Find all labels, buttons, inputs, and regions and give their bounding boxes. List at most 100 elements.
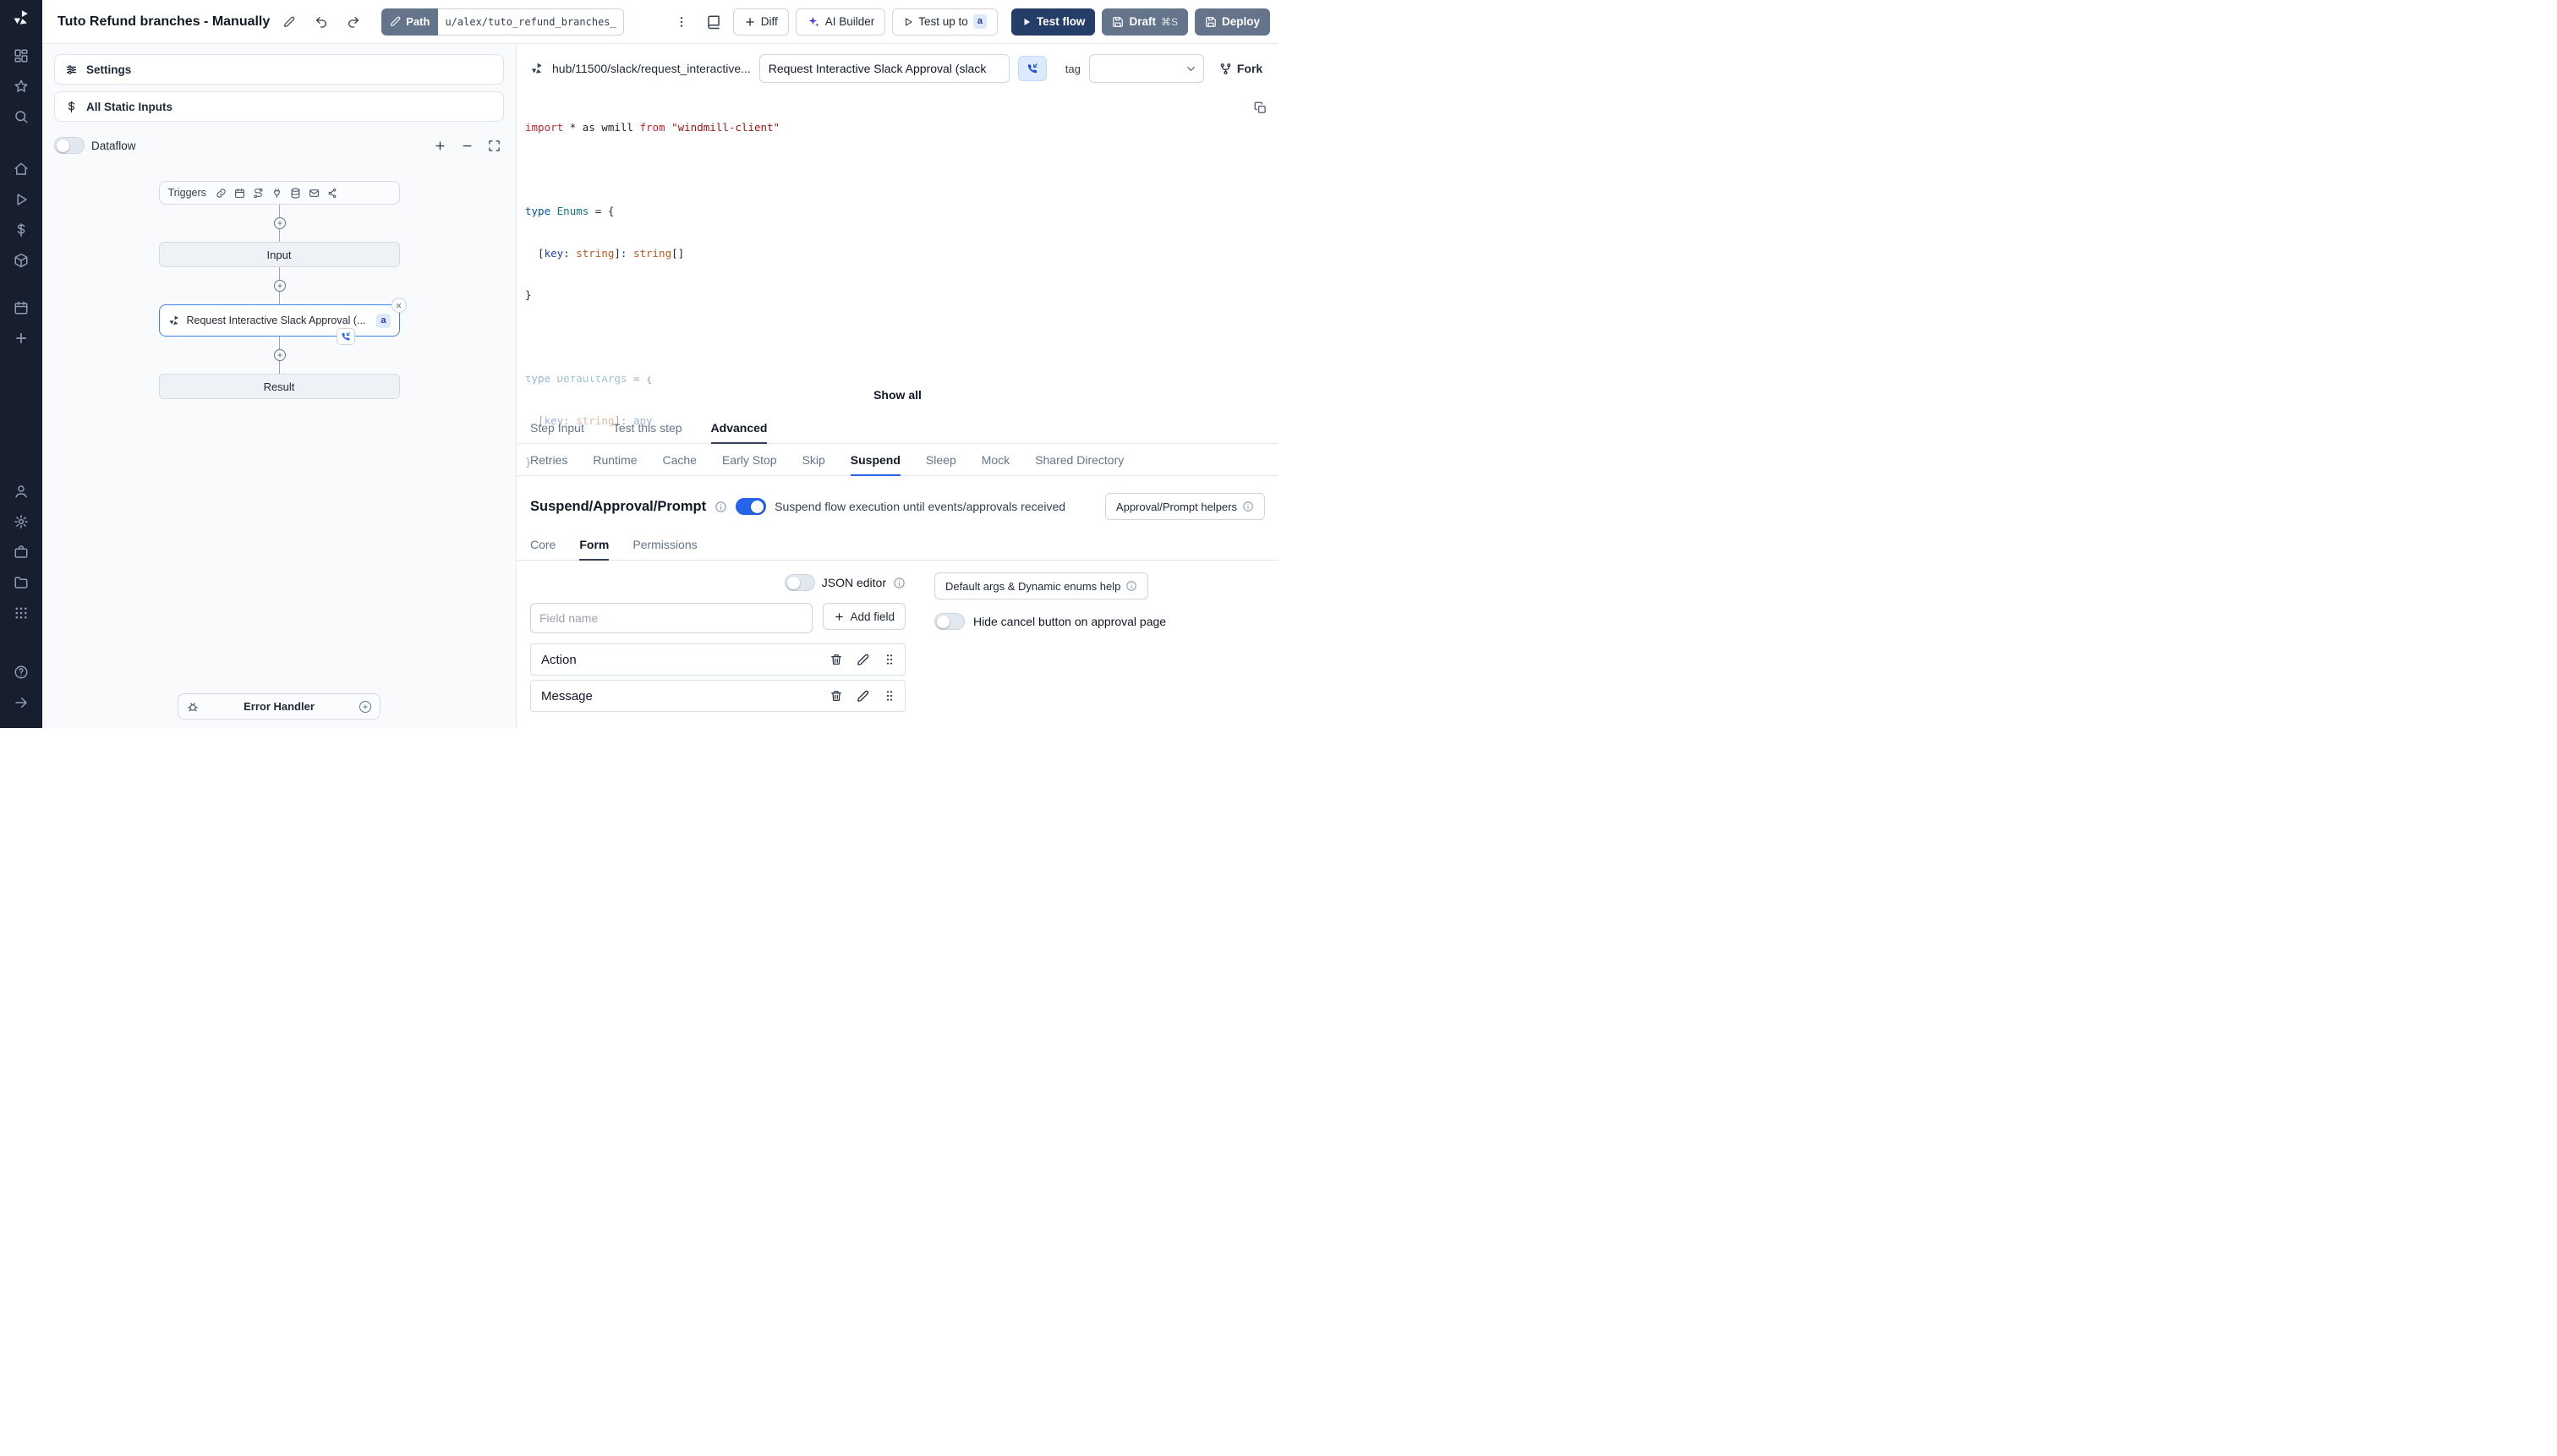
close-icon [395,302,402,309]
trash-icon [830,689,843,703]
test-up-to-button[interactable]: Test up to a [892,8,998,36]
more-menu-button[interactable] [669,8,694,36]
fit-view-button[interactable] [484,135,504,156]
edit-title-button[interactable] [277,8,302,36]
draft-button[interactable]: Draft ⌘S [1102,8,1188,36]
dataflow-toggle[interactable] [54,137,85,154]
test-up-to-label: Test up to [918,15,968,28]
suspend-enabled-toggle[interactable] [736,498,767,515]
result-node-label: Result [263,380,295,393]
default-args-help-button[interactable]: Default args & Dynamic enums help [934,572,1149,599]
delete-field-button[interactable] [830,689,843,703]
code-line: } [525,456,532,468]
info-icon[interactable] [893,577,906,589]
add-error-handler-button[interactable] [359,700,371,713]
tab-form[interactable]: Form [579,528,610,561]
static-inputs-label: All Static Inputs [86,100,173,113]
zoom-out-button[interactable] [457,135,477,156]
copy-code-button[interactable] [1254,101,1267,115]
code-editor[interactable]: import * as wmill from "windmill-client"… [517,88,1278,468]
diff-button[interactable]: Diff [732,8,789,36]
nav-workers-icon[interactable] [0,537,42,567]
hide-cancel-label: Hide cancel button on approval page [973,615,1167,628]
field-label: Message [541,688,593,703]
nav-help-icon[interactable] [0,657,42,687]
drag-field-handle[interactable] [883,653,896,666]
tab-permissions[interactable]: Permissions [632,528,697,561]
add-step-button[interactable] [273,217,286,229]
step-node-selected[interactable]: Request Interactive Slack Approval (... … [158,298,407,345]
docs-button[interactable] [701,8,726,36]
path-control: Path [381,8,625,36]
grip-icon [883,689,896,703]
ai-builder-button[interactable]: AI Builder [795,8,886,36]
redo-button[interactable] [341,8,366,36]
add-field-button[interactable]: Add field [823,603,906,630]
schedule-icon[interactable] [234,188,245,199]
tab-core[interactable]: Core [530,528,556,561]
deploy-button[interactable]: Deploy [1194,8,1270,36]
nav-runs-icon[interactable] [0,184,42,215]
tag-select[interactable] [1088,54,1204,83]
nav-create-icon[interactable] [0,323,42,353]
sliders-icon [65,63,78,76]
email-icon[interactable] [309,188,320,199]
json-editor-toggle[interactable] [784,574,815,591]
nav-collapse-icon[interactable] [0,687,42,718]
nav-schedules-icon[interactable] [0,293,42,323]
postgres-icon[interactable] [290,188,301,199]
nav-groups-icon[interactable] [0,598,42,628]
code-line: type DefaultArgs = { [525,372,653,385]
nav-folders-icon[interactable] [0,567,42,598]
add-step-button[interactable] [273,280,286,292]
nav-variables-icon[interactable] [0,215,42,245]
add-step-button[interactable] [273,349,286,361]
test-flow-button[interactable]: Test flow [1010,8,1096,36]
nav-settings-icon[interactable] [0,506,42,537]
path-input[interactable] [438,8,625,36]
step-header: hub/11500/slack/request_interactive... t… [517,44,1278,88]
kafka-icon[interactable] [327,188,338,199]
add-field-row: Add field [530,603,906,633]
nav-favorites-icon[interactable] [0,71,42,101]
all-static-inputs-button[interactable]: All Static Inputs [54,91,504,122]
plus-icon [834,611,845,622]
delete-field-button[interactable] [830,653,843,666]
ai-builder-label: AI Builder [824,15,875,28]
websocket-icon[interactable] [271,188,282,199]
edit-field-button[interactable] [857,654,869,666]
nav-account-icon[interactable] [0,476,42,506]
error-handler-node[interactable]: Error Handler [178,693,381,720]
nav-resources-icon[interactable] [0,245,42,276]
windmill-logo-icon[interactable] [12,8,30,27]
path-edit-button[interactable]: Path [381,8,439,36]
suspend-tabs: Core Form Permissions [517,528,1278,561]
hide-cancel-toggle[interactable] [934,613,965,630]
input-node[interactable]: Input [158,242,400,267]
edit-field-button[interactable] [857,690,869,703]
flow-settings-button[interactable]: Settings [54,54,504,85]
fork-button[interactable]: Fork [1219,62,1262,75]
undo-icon [315,15,328,29]
form-field-row[interactable]: Action [530,643,906,676]
step-name-input[interactable] [758,54,1010,83]
nav-home-icon[interactable] [0,154,42,184]
webhook-icon[interactable] [216,188,227,199]
suspend-toggle-button[interactable] [1017,56,1047,81]
book-icon [706,14,721,30]
field-name-input[interactable] [530,603,813,633]
undo-button[interactable] [309,8,334,36]
suspend-indicator-icon[interactable] [336,328,355,345]
form-field-row[interactable]: Message [530,680,906,712]
result-node[interactable]: Result [158,374,400,399]
nav-search-icon[interactable] [0,101,42,132]
zoom-in-button[interactable] [430,135,450,156]
default-args-help-label: Default args & Dynamic enums help [945,579,1121,593]
drag-field-handle[interactable] [883,689,896,703]
nav-dashboard-icon[interactable] [0,41,42,71]
triggers-node[interactable]: Triggers [158,181,400,205]
http-route-icon[interactable] [253,188,264,199]
remove-step-button[interactable] [391,298,407,313]
chevron-down-icon [1185,63,1197,75]
